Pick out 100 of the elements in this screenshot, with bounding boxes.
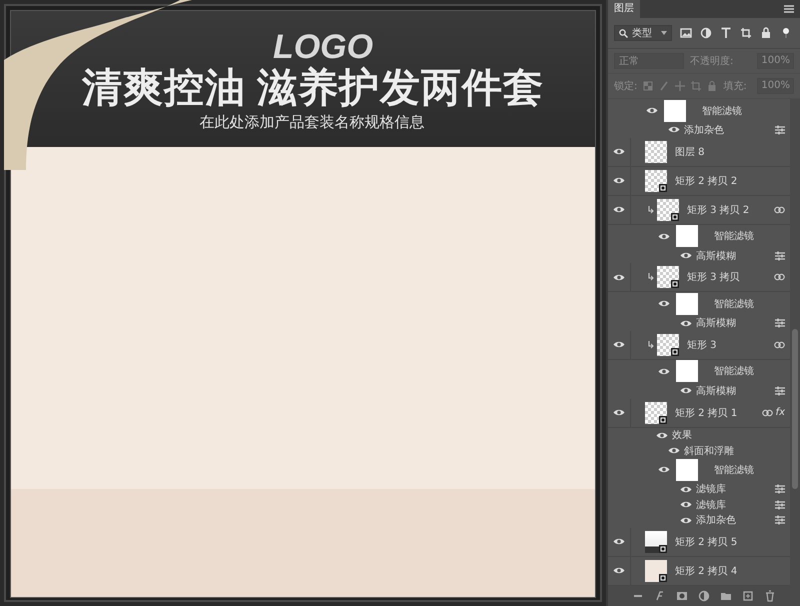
- mask-icon[interactable]: [676, 590, 688, 602]
- filter-options-icon[interactable]: [775, 124, 785, 135]
- caret-icon: [661, 31, 667, 35]
- layer-name: 图层 8: [675, 146, 705, 159]
- visibility-eye-icon[interactable]: [646, 106, 658, 116]
- visibility-eye-icon[interactable]: [658, 232, 670, 241]
- effects-label: 效果: [672, 429, 692, 442]
- filter-name: 添加杂色: [696, 514, 736, 528]
- filter-name: 滤镜库: [696, 498, 726, 512]
- layer-name: 矩形 3 拷贝 2: [687, 204, 750, 217]
- filter-options-icon[interactable]: [775, 250, 785, 261]
- filter-options-icon[interactable]: [775, 386, 785, 396]
- type-icon[interactable]: [720, 27, 732, 39]
- filter-name: 添加杂色: [684, 124, 724, 137]
- smart-filters-row[interactable]: 智能滤镜: [608, 292, 790, 316]
- filter-options-icon[interactable]: [775, 500, 785, 510]
- visibility-eye-icon[interactable]: [680, 500, 692, 510]
- filter-options-icon[interactable]: [775, 484, 785, 494]
- filter-mask-thumbnail: [664, 100, 686, 122]
- dot-icon[interactable]: [780, 27, 792, 39]
- filter-mask-thumbnail: [676, 225, 698, 248]
- visibility-eye-icon[interactable]: [680, 386, 692, 396]
- smart-filters-row[interactable]: 智能滤镜: [608, 99, 790, 122]
- effects-label: fx: [776, 407, 785, 418]
- visibility-eye-icon[interactable]: [668, 446, 680, 456]
- logo-text: LOGO: [272, 29, 374, 65]
- scrollbar-thumb[interactable]: [792, 329, 798, 489]
- filter-row[interactable]: 高斯模糊: [608, 248, 790, 264]
- filter-name: 高斯模糊: [696, 250, 736, 263]
- layer-row[interactable]: 矩形 3: [608, 330, 790, 360]
- filter-row[interactable]: 添加杂色: [608, 512, 790, 528]
- effect-row[interactable]: 斜面和浮雕: [608, 442, 790, 458]
- layer-name: 矩形 3 拷贝: [687, 271, 740, 284]
- filter-options-icon[interactable]: [775, 318, 785, 328]
- filter-mask-thumbnail: [676, 292, 698, 315]
- visibility-eye-icon[interactable]: [680, 516, 692, 525]
- visibility-eye-icon[interactable]: [613, 537, 625, 546]
- layer-name: 矩形 2 拷贝 2: [675, 174, 738, 188]
- layer-name: 矩形 3: [687, 338, 717, 352]
- visibility-eye-icon[interactable]: [658, 465, 670, 474]
- visibility-eye-icon[interactable]: [613, 272, 625, 282]
- fill-label: 填充:: [723, 80, 747, 93]
- new-layer-icon[interactable]: [742, 590, 754, 602]
- smart-filters-row[interactable]: 智能滤镜: [608, 458, 790, 482]
- layer-row[interactable]: 矩形 3 拷贝 2: [608, 196, 790, 225]
- trash-icon[interactable]: [764, 590, 776, 602]
- fx-icon[interactable]: [654, 590, 666, 602]
- visibility-eye-icon[interactable]: [613, 340, 625, 350]
- visibility-eye-icon[interactable]: [680, 318, 692, 328]
- smart-filters-label: 智能滤镜: [714, 364, 754, 378]
- visibility-eye-icon[interactable]: [668, 125, 680, 134]
- headline: 清爽控油 滋养护发两件套: [82, 65, 544, 111]
- adjustment-icon[interactable]: [698, 590, 710, 602]
- filter-mask-thumbnail: [676, 458, 698, 481]
- image-filter-icon[interactable]: [680, 27, 692, 39]
- menu-icon[interactable]: [784, 5, 794, 13]
- effects-row[interactable]: 效果: [608, 428, 790, 443]
- filter-row[interactable]: 添加杂色: [608, 122, 790, 138]
- layer-row[interactable]: 矩形 2 拷贝 5: [608, 528, 790, 557]
- smart-filters-label: 智能滤镜: [714, 230, 754, 244]
- smart-filters-label: 智能滤镜: [714, 298, 754, 311]
- filter-mask-thumbnail: [676, 360, 698, 382]
- layer-row[interactable]: 矩形 2 拷贝 2: [608, 166, 790, 196]
- visibility-eye-icon[interactable]: [613, 176, 625, 186]
- layer-name: 矩形 2 拷贝 5: [675, 536, 738, 549]
- visibility-eye-icon[interactable]: [680, 484, 692, 494]
- visibility-eye-icon[interactable]: [658, 299, 670, 308]
- filter-name: 高斯模糊: [696, 384, 736, 398]
- smart-filters-row[interactable]: 智能滤镜: [608, 360, 790, 384]
- visibility-eye-icon[interactable]: [680, 251, 692, 260]
- filter-row[interactable]: 高斯模糊: [608, 383, 790, 398]
- crop-icon[interactable]: [740, 27, 752, 39]
- search-icon: [619, 28, 628, 38]
- visibility-eye-icon[interactable]: [613, 408, 625, 417]
- visibility-eye-icon[interactable]: [613, 205, 625, 214]
- smart-filters-label: 智能滤镜: [702, 104, 742, 118]
- smart-filters-label: 智能滤镜: [714, 464, 754, 477]
- layer-row[interactable]: 矩形 3 拷贝: [608, 263, 790, 292]
- lock-icon[interactable]: [760, 27, 772, 39]
- effect-name: 斜面和浮雕: [684, 444, 734, 458]
- visibility-eye-icon[interactable]: [656, 430, 668, 440]
- filter-row[interactable]: 滤镜库: [608, 497, 790, 512]
- layer-row[interactable]: 图层 8: [608, 138, 790, 167]
- filter-options-icon[interactable]: [775, 515, 785, 526]
- filter-row[interactable]: 高斯模糊: [608, 315, 790, 331]
- filter-name: 滤镜库: [696, 482, 726, 496]
- filter-dropdown[interactable]: 类型: [614, 25, 672, 41]
- half-circle-icon[interactable]: [700, 27, 712, 39]
- filter-row[interactable]: 滤镜库: [608, 482, 790, 498]
- visibility-eye-icon[interactable]: [613, 147, 625, 156]
- scrollbar[interactable]: [790, 99, 800, 586]
- layer-name: 矩形 2 拷贝 4: [675, 564, 738, 578]
- opacity-label: 不透明度:: [690, 54, 734, 68]
- smart-filters-row[interactable]: 智能滤镜: [608, 224, 790, 248]
- visibility-eye-icon[interactable]: [613, 566, 625, 576]
- folder-icon[interactable]: [720, 590, 732, 602]
- layer-name: 矩形 2 拷贝 1: [675, 406, 738, 420]
- panel-tab[interactable]: 图层: [608, 0, 640, 18]
- layer-row[interactable]: 矩形 2 拷贝 1 fx: [608, 398, 790, 428]
- visibility-eye-icon[interactable]: [658, 366, 670, 376]
